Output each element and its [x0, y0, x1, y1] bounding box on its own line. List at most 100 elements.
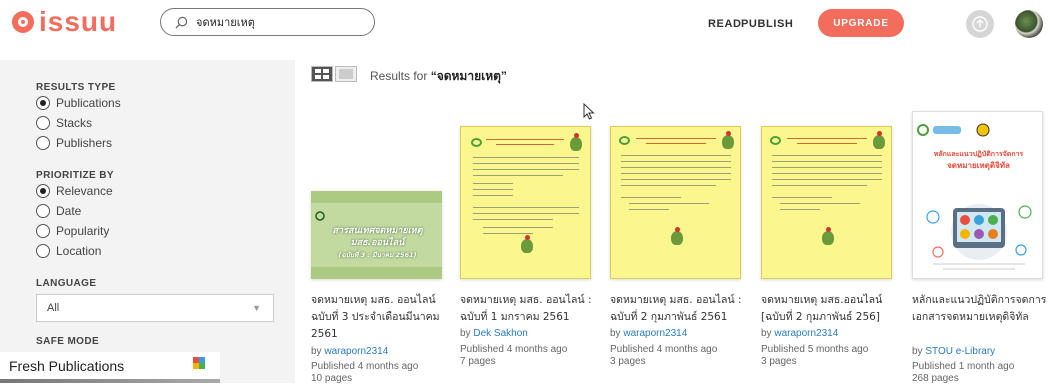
published-date: Published 4 months ago — [311, 361, 419, 372]
view-toggle — [311, 66, 357, 82]
publication-author: by waraporn2314 — [610, 328, 687, 339]
list-view-button[interactable] — [335, 66, 357, 82]
publication-meta: Published 5 months ago 3 pages — [761, 344, 868, 368]
emblem-icon — [873, 131, 885, 149]
publication-cover[interactable]: หลักและแนวปฏิบัติการจัดการ จดหมายเหตุดิจ… — [912, 111, 1043, 279]
document-logo-icon — [471, 138, 482, 147]
nav-read-link[interactable]: READ — [708, 18, 742, 30]
published-date: Published 1 month ago — [912, 361, 1015, 372]
publication-author: by waraporn2314 — [311, 346, 388, 357]
by-label: by — [912, 346, 926, 357]
search-box[interactable] — [160, 8, 375, 36]
by-label: by — [610, 328, 624, 339]
emblem-icon — [722, 131, 734, 149]
top-bar: issuu READ PUBLISH UPGRADE — [0, 0, 1052, 48]
publication-cover[interactable] — [761, 126, 892, 279]
publication-meta: Published 4 months ago 3 pages — [610, 344, 717, 368]
page-count: 7 pages — [460, 356, 496, 367]
radio-label: Relevance — [56, 184, 113, 198]
published-date: Published 4 months ago — [610, 344, 718, 355]
published-date: Published 5 months ago — [761, 344, 869, 355]
radio-popularity[interactable]: Popularity — [36, 224, 109, 238]
radio-date[interactable]: Date — [36, 204, 81, 218]
publication-cover[interactable] — [610, 126, 741, 279]
document-logo-icon — [770, 136, 781, 145]
publication-author: by Dek Sakhon — [460, 328, 528, 339]
author-link[interactable]: Dek Sakhon — [473, 328, 527, 339]
fresh-publications-label: Fresh Publications — [9, 358, 125, 374]
radio-label: Date — [56, 204, 82, 218]
document-logo-icon — [619, 136, 630, 145]
emblem-icon — [671, 227, 683, 245]
author-link[interactable]: STOU e-Library — [925, 346, 995, 357]
radio-publications[interactable]: Publications — [36, 96, 121, 110]
upgrade-button[interactable]: UPGRADE — [818, 9, 904, 37]
grid-view-button[interactable] — [311, 66, 333, 82]
upload-button[interactable] — [966, 10, 994, 38]
language-title: LANGUAGE — [36, 278, 97, 289]
fresh-publications-strip — [0, 379, 220, 383]
language-select[interactable]: All ▼ — [36, 294, 274, 322]
publication-author: by STOU e-Library — [912, 346, 995, 357]
search-input[interactable] — [196, 15, 366, 29]
radio-label: Location — [56, 244, 102, 258]
cover-subtitle: (ฉบับที่ 3 : มีนาคม 2561) — [338, 251, 417, 259]
user-avatar[interactable] — [1015, 10, 1043, 38]
author-link[interactable]: waraporn2314 — [623, 328, 687, 339]
cover-title-line: สารสนเทศจดหมายเหตุ — [332, 226, 423, 236]
upload-icon — [972, 16, 988, 32]
page-count: 268 pages — [912, 373, 959, 384]
results-heading: Results for “จดหมายเหตุ” — [370, 67, 507, 86]
page-count: 10 pages — [311, 373, 353, 384]
cover-art — [917, 123, 1032, 270]
radio-selected-icon — [36, 96, 50, 110]
by-label: by — [460, 328, 474, 339]
radio-label: Publications — [56, 96, 121, 110]
emblem-icon — [521, 235, 533, 253]
published-date: Published 4 months ago — [460, 344, 568, 355]
cover-title-line: จดหมายเหตุดิจิทัล — [947, 161, 1010, 170]
page-count: 3 pages — [761, 356, 797, 367]
radio-location[interactable]: Location — [36, 244, 101, 258]
publication-title[interactable]: จดหมายเหตุ มสธ. ออนไลน์ ฉบับที่ 3 ประจำเ… — [311, 292, 451, 343]
radio-unselected-icon — [36, 136, 50, 150]
publication-author: by waraporn2314 — [761, 328, 838, 339]
results-type-title: RESULTS TYPE — [36, 82, 116, 93]
results-query: “จดหมายเหตุ” — [430, 69, 507, 83]
radio-unselected-icon — [36, 244, 50, 258]
safe-mode-title: SAFE MODE — [36, 336, 100, 347]
publication-title[interactable]: จดหมายเหตุ มสธ.ออนไลน์ [ฉบับที่ 2 กุมภาพ… — [761, 292, 901, 326]
search-icon — [175, 16, 188, 29]
radio-relevance[interactable]: Relevance — [36, 184, 113, 198]
list-icon — [339, 69, 353, 79]
cover-title-line: มสธ.ออนไลน์ — [350, 238, 405, 248]
publication-title[interactable]: หลักและแนวปฏิบัติการจดการเอกสารจดหมายเหต… — [912, 292, 1052, 326]
author-link[interactable]: waraporn2314 — [774, 328, 838, 339]
language-select-value: All — [47, 302, 60, 314]
nav-publish-link[interactable]: PUBLISH — [741, 18, 793, 30]
author-link[interactable]: waraporn2314 — [324, 346, 388, 357]
chevron-down-icon: ▼ — [252, 303, 261, 313]
radio-unselected-icon — [36, 116, 50, 130]
by-label: by — [761, 328, 775, 339]
prioritize-by-title: PRIORITIZE BY — [36, 170, 114, 181]
mouse-pointer-icon — [583, 103, 595, 120]
publication-meta: Published 4 months ago 7 pages — [460, 344, 567, 368]
publication-title[interactable]: จดหมายเหตุ มสธ. ออนไลน์ : ฉบับที่ 1 มกรา… — [460, 292, 600, 326]
publication-title[interactable]: จดหมายเหตุ มสธ. ออนไลน์ : ฉบับที่ 2 กุมภ… — [610, 292, 750, 326]
expand-icon[interactable] — [193, 357, 205, 369]
radio-label: Publishers — [56, 136, 113, 150]
radio-label: Stacks — [56, 116, 93, 130]
publication-cover[interactable]: สารสนเทศจดหมายเหตุ มสธ.ออนไลน์ (ฉบับที่ … — [311, 191, 442, 279]
page-count: 3 pages — [610, 356, 646, 367]
publication-cover[interactable] — [460, 126, 591, 279]
radio-stacks[interactable]: Stacks — [36, 116, 92, 130]
radio-publishers[interactable]: Publishers — [36, 136, 112, 150]
issuu-logo[interactable]: issuu — [12, 8, 117, 36]
issuu-logo-icon — [12, 11, 34, 33]
cover-title-line: หลักและแนวปฏิบัติการจัดการ — [933, 150, 1024, 158]
by-label: by — [311, 346, 325, 357]
emblem-icon — [570, 133, 582, 151]
emblem-icon — [822, 227, 834, 245]
radio-unselected-icon — [36, 224, 50, 238]
